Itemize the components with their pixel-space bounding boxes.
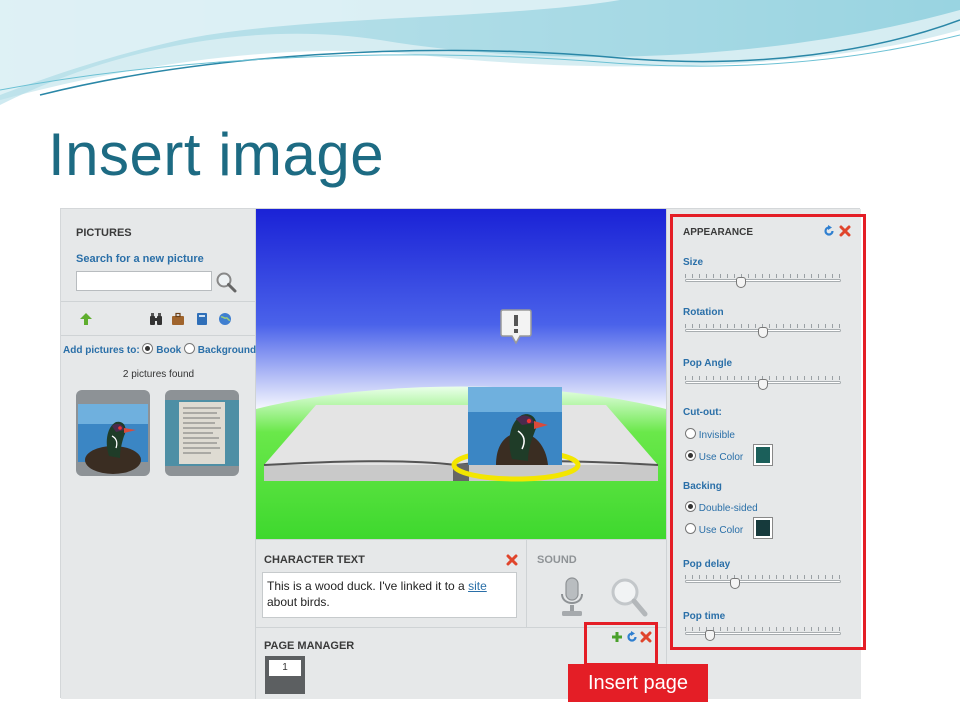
search-sound-icon[interactable] bbox=[609, 576, 649, 618]
pictures-header: PICTURES bbox=[76, 227, 132, 239]
character-text-body: This is a wood duck. I've linked it to a bbox=[267, 579, 469, 593]
search-icon[interactable] bbox=[215, 271, 237, 293]
close-icon[interactable] bbox=[506, 554, 518, 566]
up-arrow-icon[interactable] bbox=[79, 312, 93, 326]
picture-thumbnail[interactable] bbox=[165, 390, 239, 476]
character-text-input[interactable]: This is a wood duck. I've linked it to a… bbox=[262, 572, 517, 618]
radio-background-label: Background bbox=[197, 345, 257, 356]
pictures-found-count: 2 pictures found bbox=[122, 369, 195, 380]
divider bbox=[61, 335, 256, 336]
site-link[interactable]: site bbox=[468, 579, 487, 593]
divider bbox=[61, 301, 256, 302]
picture-thumbnail[interactable] bbox=[76, 390, 150, 476]
binoculars-icon[interactable] bbox=[149, 312, 163, 326]
sound-panel: SOUND bbox=[526, 539, 666, 627]
insert-page-highlight-box bbox=[584, 622, 658, 666]
page-number: 1 bbox=[269, 660, 301, 676]
speech-bubble-icon[interactable] bbox=[500, 308, 532, 346]
pictures-panel: PICTURES Search for a new picture Add pi… bbox=[61, 209, 256, 699]
page-thumbnail[interactable]: 1 bbox=[265, 656, 305, 694]
header-waves bbox=[0, 0, 960, 105]
radio-book-label: Book bbox=[156, 345, 182, 356]
character-text-panel: CHARACTER TEXT This is a wood duck. I've… bbox=[256, 539, 526, 627]
document-image bbox=[165, 400, 239, 466]
briefcase-icon[interactable] bbox=[171, 312, 185, 326]
add-pictures-label: Add pictures to: bbox=[63, 345, 140, 356]
book-stage-preview[interactable] bbox=[256, 209, 666, 539]
appearance-highlight-box bbox=[670, 214, 866, 650]
duck-image bbox=[78, 404, 148, 474]
character-text-header: CHARACTER TEXT bbox=[264, 554, 365, 566]
microphone-icon[interactable] bbox=[557, 576, 587, 618]
radio-book[interactable] bbox=[142, 343, 154, 354]
add-pictures-to-row: Add pictures to: Book Background bbox=[63, 343, 256, 356]
sound-header: SOUND bbox=[537, 554, 577, 566]
globe-icon[interactable] bbox=[218, 312, 232, 326]
radio-background[interactable] bbox=[184, 343, 196, 354]
stage-scene bbox=[256, 209, 666, 539]
slide-title: Insert image bbox=[48, 121, 385, 188]
picture-search-input[interactable] bbox=[76, 271, 212, 291]
page-manager-header: PAGE MANAGER bbox=[264, 640, 355, 652]
insert-page-callout: Insert page bbox=[568, 664, 708, 702]
search-new-picture-link[interactable]: Search for a new picture bbox=[76, 253, 204, 265]
book-icon[interactable] bbox=[195, 312, 209, 326]
character-text-body-end: about birds. bbox=[267, 595, 330, 609]
